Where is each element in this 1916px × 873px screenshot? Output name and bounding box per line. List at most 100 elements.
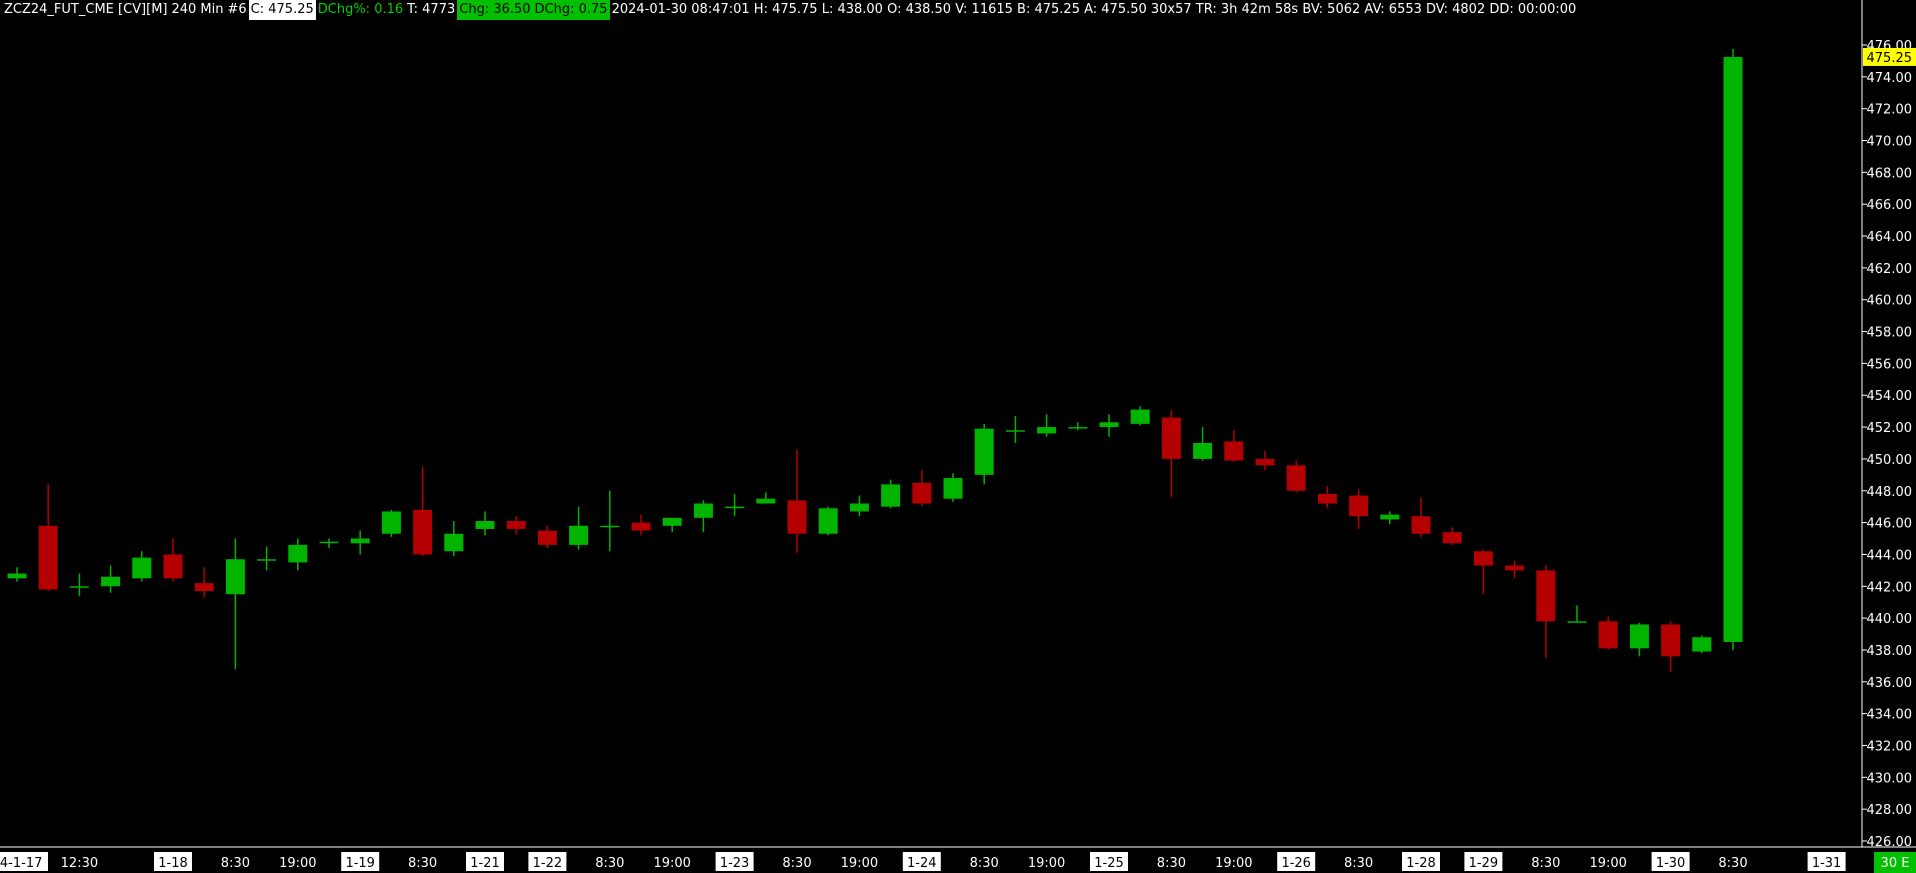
candle	[225, 538, 245, 670]
last-price-label: 475.25	[1867, 51, 1913, 66]
candle	[756, 492, 776, 504]
y-tick-label: 462.00	[1867, 262, 1913, 277]
candle-body	[1005, 430, 1025, 432]
candle-body	[1349, 495, 1369, 517]
candle	[881, 479, 901, 509]
candle	[7, 567, 27, 582]
candle	[1193, 427, 1213, 461]
y-tick-label: 454.00	[1867, 389, 1913, 404]
x-tick-label: 19:00	[1028, 856, 1065, 871]
x-tick-label: 1-31	[1812, 856, 1842, 871]
x-tick-label: 1-28	[1406, 856, 1436, 871]
x-tick-label: 19:00	[841, 856, 878, 871]
x-tick-label: 19:00	[279, 856, 316, 871]
candle	[1473, 549, 1493, 595]
y-tick-label: 472.00	[1867, 103, 1913, 118]
x-tick-label: 19:00	[1589, 856, 1626, 871]
y-tick-label: 442.00	[1867, 580, 1913, 595]
candle-body	[1224, 441, 1244, 461]
candle-body	[38, 525, 58, 590]
x-tick-label: 8:30	[1344, 856, 1373, 871]
candle	[38, 484, 58, 592]
y-tick-label: 426.00	[1867, 835, 1913, 850]
x-tick-label: 1-25	[1094, 856, 1124, 871]
x-tick-label: 8:30	[970, 856, 999, 871]
y-tick-label: 446.00	[1867, 517, 1913, 532]
candle	[912, 470, 932, 507]
candle-body	[1380, 514, 1400, 520]
candle	[319, 538, 339, 549]
candle-body	[319, 541, 339, 544]
candle-body	[1661, 624, 1681, 657]
y-tick-label: 432.00	[1867, 739, 1913, 754]
candle-body	[381, 511, 401, 534]
candle-body	[569, 525, 589, 545]
y-tick-label: 448.00	[1867, 485, 1913, 500]
candle-body	[631, 522, 651, 531]
candle-body	[132, 557, 152, 579]
candle	[1349, 489, 1369, 529]
x-tick-label: 1-18	[158, 856, 188, 871]
candle	[693, 500, 713, 533]
candle-body	[163, 554, 183, 579]
candle-body	[662, 517, 682, 526]
candle-body	[881, 484, 901, 507]
candle	[943, 473, 963, 502]
status-label: 30 E	[1881, 856, 1910, 871]
candle	[725, 493, 745, 517]
candle	[1629, 622, 1649, 657]
y-tick-label: 464.00	[1867, 230, 1913, 245]
candle-body	[1161, 417, 1181, 459]
candle	[1380, 511, 1400, 525]
candle-body	[1442, 532, 1462, 544]
y-tick-label: 452.00	[1867, 421, 1913, 436]
x-tick-label: 1-19	[345, 856, 375, 871]
candle	[69, 573, 89, 596]
candle	[163, 538, 183, 582]
candle	[1130, 406, 1150, 426]
y-tick-label: 434.00	[1867, 708, 1913, 723]
candle	[1286, 460, 1306, 493]
candle-body	[1286, 465, 1306, 491]
x-tick-label: 8:30	[221, 856, 250, 871]
candle	[288, 538, 308, 571]
y-tick-label: 450.00	[1867, 453, 1913, 468]
candle-body	[413, 509, 433, 555]
y-tick-label: 428.00	[1867, 803, 1913, 818]
candle	[787, 449, 807, 553]
candle	[1567, 605, 1587, 623]
y-tick-label: 430.00	[1867, 771, 1913, 786]
candle-body	[475, 521, 495, 529]
candle-body	[974, 428, 994, 475]
candle-body	[225, 559, 245, 595]
candle	[1598, 616, 1618, 650]
candle	[350, 530, 370, 555]
candle-body	[1255, 458, 1275, 466]
candle-body	[1598, 621, 1618, 649]
candle-body	[725, 506, 745, 509]
candlestick-chart[interactable]: 476.00474.00472.00470.00468.00466.00464.…	[0, 0, 1916, 873]
candle-body	[1068, 427, 1088, 429]
candle	[662, 517, 682, 533]
y-tick-label: 440.00	[1867, 612, 1913, 627]
x-tick-label: 1-21	[470, 856, 500, 871]
x-tick-label: 8:30	[1531, 856, 1560, 871]
candle-body	[101, 576, 121, 587]
candle-body	[194, 583, 214, 592]
y-tick-label: 470.00	[1867, 135, 1913, 150]
candle	[1505, 560, 1525, 579]
candle-body	[506, 521, 526, 529]
candle	[1037, 414, 1057, 437]
candle-body	[537, 530, 557, 545]
candle-body	[7, 573, 27, 579]
candle	[132, 551, 152, 582]
candle	[1442, 527, 1462, 545]
candle-body	[849, 503, 869, 512]
candle-body	[257, 559, 277, 561]
y-tick-label: 444.00	[1867, 548, 1913, 563]
candle	[413, 466, 433, 557]
x-tick-label: 8:30	[595, 856, 624, 871]
candle	[257, 546, 277, 571]
x-tick-label: 1-23	[720, 856, 750, 871]
candle-body	[1037, 427, 1057, 434]
